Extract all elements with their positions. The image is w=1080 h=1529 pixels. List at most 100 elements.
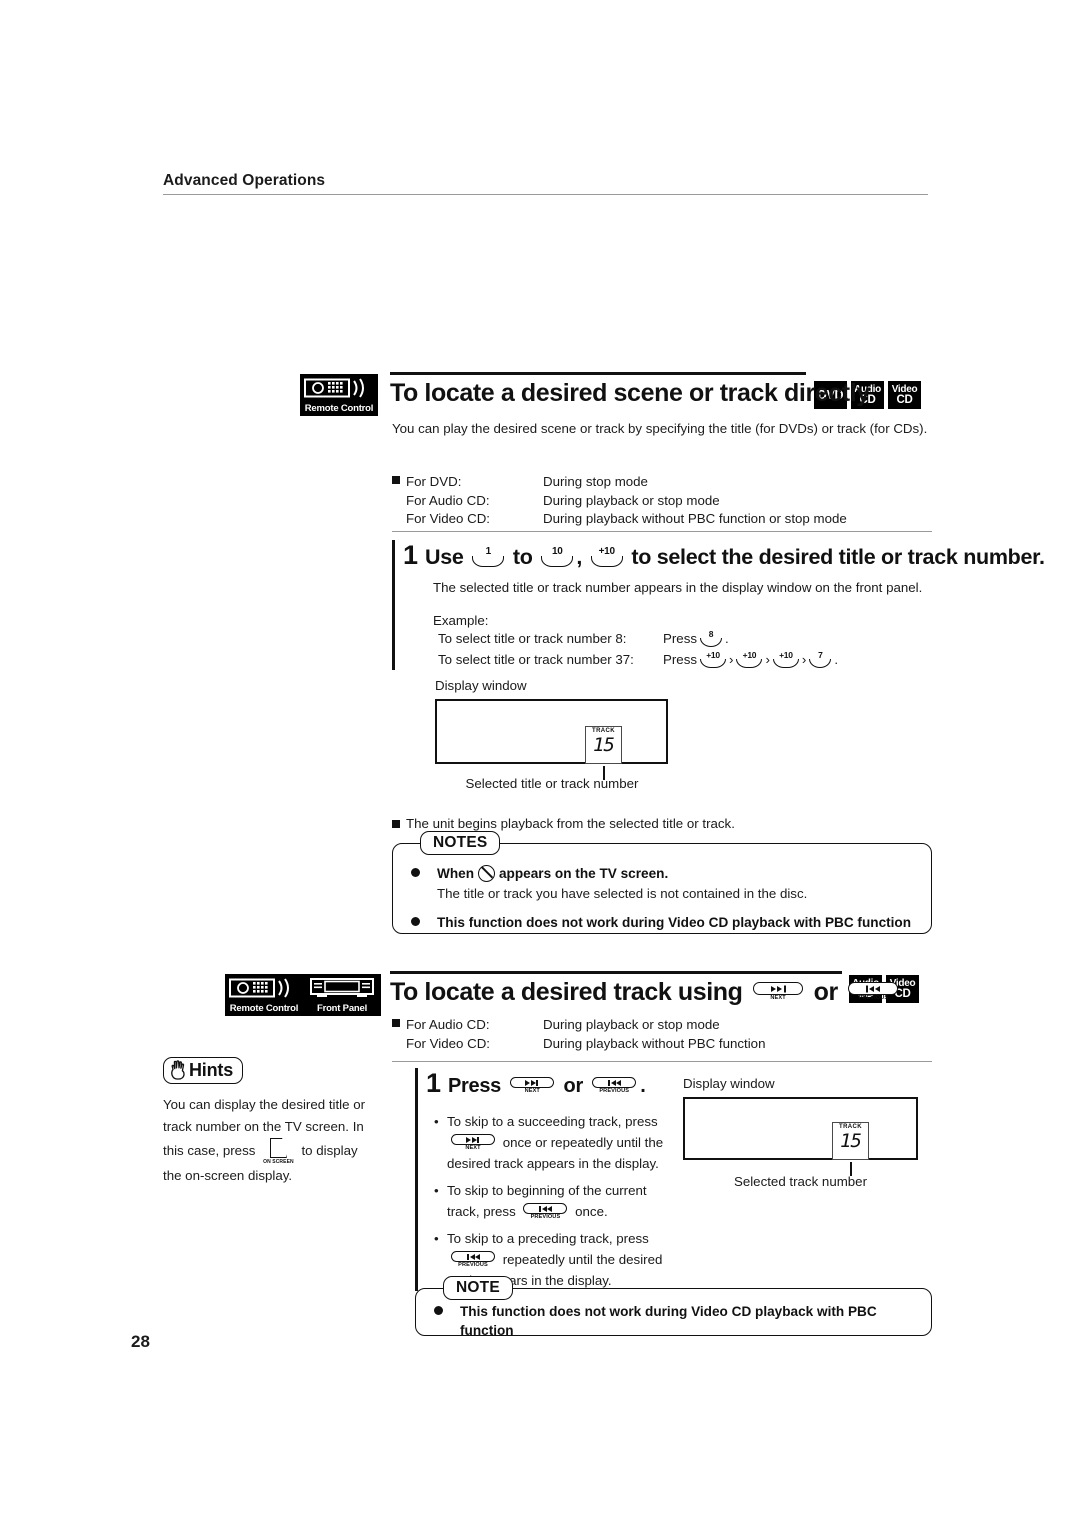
dot-bullet-icon: • (434, 1183, 439, 1198)
source-badge-remote-control: Remote Control (300, 374, 378, 416)
front-panel-icon (310, 978, 374, 997)
notes-box: NOTES When appears on the TV screen. The… (392, 831, 932, 934)
bullet-text-part1: To skip to a succeeding track, press (447, 1114, 658, 1129)
mode-value: During playback without PBC function (543, 1035, 766, 1051)
step-title-before: Press (448, 1075, 501, 1097)
display-window-caption-bottom: Selected track number (733, 1174, 868, 1189)
press-label: Press (663, 631, 697, 646)
section-heading-2-before: To locate a desired track using (390, 978, 743, 1006)
mode-value: During playback or stop mode (543, 492, 720, 508)
example-separator: › (729, 652, 734, 667)
display-window-caption: Display window (683, 1076, 775, 1091)
table-row: For Audio CD: During playback or stop mo… (392, 1016, 932, 1035)
example-separator: › (765, 652, 770, 667)
square-bullet-icon (392, 473, 406, 492)
square-bullet-icon (392, 820, 400, 828)
display-window-panel: TRACK 15 (435, 699, 668, 780)
note-item: This function does not work during Video… (434, 1302, 913, 1340)
notes-box-title: NOTES (420, 831, 501, 855)
remote-key-plus10-icon: +10 (590, 546, 623, 567)
step-title-after: to select the desired title or track num… (631, 545, 1045, 569)
note-headline: When appears on the TV screen. (437, 864, 913, 883)
bullet-dot-icon (411, 864, 437, 903)
next-button-icon: NEXT (510, 1077, 555, 1095)
section1-mode-table: For DVD: During stop mode For Audio CD: … (392, 473, 932, 529)
section-heading-2: To locate a desired track using NEXT or … (390, 971, 899, 1007)
example-row-8: To select title or track number 8: Press… (433, 628, 932, 649)
section2-mode-table: For Audio CD: During playback or stop mo… (392, 1016, 932, 1053)
section1-outcome: The unit begins playback from the select… (392, 816, 735, 831)
running-head: Advanced Operations (163, 172, 928, 195)
hints-title: Hints (189, 1060, 234, 1080)
mode-key: For Audio CD: (406, 492, 490, 508)
display-readout: TRACK 15 (832, 1122, 869, 1160)
mode-key: For Video CD: (406, 1035, 491, 1051)
next-button-icon: NEXT (753, 982, 804, 1002)
track-digits: 15 (593, 734, 615, 756)
display-window-figure-1: Display window TRACK 15 Selected title o… (435, 678, 668, 791)
page-number: 28 (131, 1332, 150, 1351)
remote-key-plus10-icon: +10 (772, 651, 799, 668)
mode-value: During stop mode (543, 474, 648, 489)
hints-text: You can display the desired title or tra… (163, 1094, 378, 1187)
display-readout: TRACK 15 (585, 726, 622, 764)
example-row-37: To select title or track number 37: Pres… (433, 649, 932, 670)
bullet-spacer (392, 492, 406, 511)
mode-key: For Video CD: (406, 511, 491, 526)
example-action: Press +10 › +10 › +10 › 7 . (663, 649, 838, 670)
note-subtext: The title or track you have selected is … (437, 886, 808, 901)
notes-box-body: When appears on the TV screen. The title… (393, 844, 931, 944)
step-title-or: or (563, 1075, 584, 1097)
media-badge-video-line2: CD (896, 393, 913, 406)
remote-key-7-icon: 7 (809, 651, 832, 668)
note-headline-before: When (437, 866, 474, 881)
bullet-dot-icon (411, 913, 437, 932)
section-heading-2-title: To locate a desired track using NEXT or … (390, 977, 899, 1007)
note-item: This function does not work during Video… (411, 913, 913, 932)
prohibited-icon (478, 865, 495, 882)
step-title-comma: , (576, 545, 582, 569)
bullet-spacer (392, 1035, 406, 1054)
note-headline: This function does not work during Video… (437, 915, 912, 930)
table-row: For DVD: During stop mode (392, 473, 932, 492)
display-window-caption-bottom: Selected title or track number (465, 776, 639, 791)
section2-divider-rule (392, 1061, 932, 1062)
media-badge-video-cd: Video CD (888, 381, 921, 409)
example-period: . (725, 631, 729, 646)
step-title: Use 1 to 10 , +10 to select the desired … (425, 542, 1045, 572)
on-screen-button-icon: ON SCREEN (263, 1138, 294, 1165)
example-separator: › (801, 652, 807, 667)
mode-value: During playback without PBC function or … (543, 511, 847, 526)
remote-key-plus10-icon: +10 (736, 651, 763, 668)
section1-divider-rule (392, 531, 932, 532)
display-window-caption: Display window (435, 678, 527, 693)
outcome-text: The unit begins playback from the select… (406, 816, 735, 831)
hints-block: Hints You can display the desired title … (163, 1057, 378, 1187)
section-heading-2-or: or (813, 978, 839, 1006)
display-window-panel: TRACK 15 (683, 1097, 918, 1176)
note-text: This function does not work during Video… (460, 1304, 877, 1338)
note-headline-after: appears on the TV screen. (499, 866, 669, 881)
section-heading-1-title: To locate a desired scene or track direc… (390, 379, 870, 407)
remote-control-icon (229, 978, 289, 998)
step-title: Press NEXT or PREVIOUS . (448, 1071, 646, 1101)
table-row: For Video CD: During playback without PB… (392, 1035, 932, 1054)
note-box: NOTE This function does not work during … (415, 1276, 932, 1338)
bullet-spacer (392, 510, 406, 529)
step-title-period: . (640, 1075, 646, 1097)
mode-key: For Audio CD: (406, 1017, 490, 1032)
note-box-title: NOTE (443, 1276, 513, 1300)
example-label: Example: (433, 613, 489, 628)
section2-step-1: 1 Press NEXT or PREVIOUS . • To skip to … (415, 1068, 677, 1291)
step-1-headline: 1 Use 1 to 10 , +10 to select the desire… (403, 540, 1045, 572)
next-button-icon: NEXT (451, 1134, 495, 1152)
section1-intro-paragraph: You can play the desired scene or track … (392, 421, 928, 436)
previous-button-icon: PREVIOUS (592, 1077, 637, 1095)
example-action: Press 8 . (663, 628, 729, 649)
example-description: To select title or track number 37: (438, 652, 634, 667)
step-number: 1 (426, 1068, 442, 1098)
dot-bullet-icon: • (434, 1114, 439, 1129)
bullet-dot-icon (434, 1302, 460, 1340)
bullet-text-part2: once. (575, 1204, 608, 1219)
source-badge-label: Front Panel (316, 1003, 368, 1014)
